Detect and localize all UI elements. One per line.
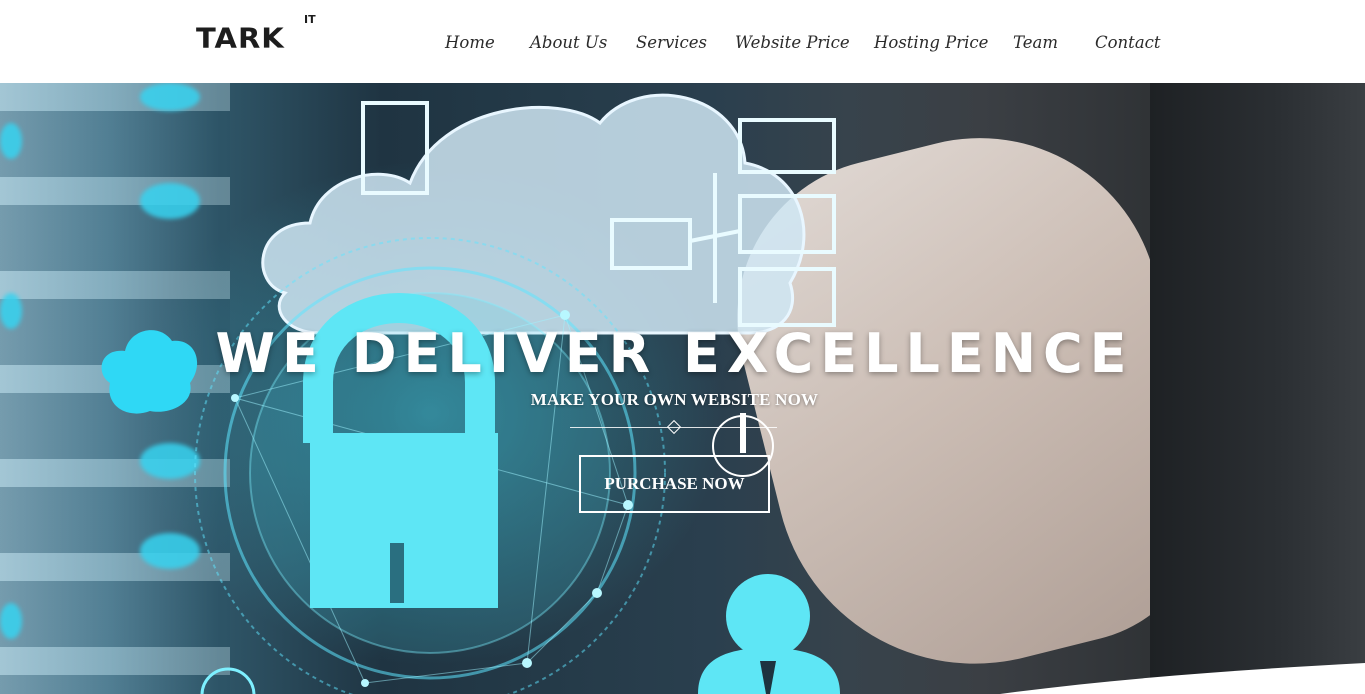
nav-services[interactable]: Services [636,31,707,55]
hero-banner: WE DELIVER EXCELLENCE MAKE YOUR OWN WEBS… [0,83,1365,694]
purchase-now-button[interactable]: PURCHASE NOW [579,455,770,513]
nav-about-us[interactable]: About Us [530,31,607,55]
nav-home[interactable]: Home [445,31,495,55]
site-header: TARK IT Home About Us Services Website P… [0,0,1365,83]
nav-team[interactable]: Team [1013,31,1058,55]
hero-title: WE DELIVER EXCELLENCE [215,322,1134,385]
user-icon [698,574,840,694]
nav-contact[interactable]: Contact [1095,31,1161,55]
nav-hosting-price[interactable]: Hosting Price [874,31,988,55]
main-nav: Home About Us Services Website Price Hos… [0,31,1365,55]
logo-superscript: IT [304,13,316,26]
bottom-curve [1000,663,1365,694]
hero-subtitle: MAKE YOUR OWN WEBSITE NOW [530,390,819,409]
decorative-ring [200,667,256,694]
nav-website-price[interactable]: Website Price [735,31,850,55]
